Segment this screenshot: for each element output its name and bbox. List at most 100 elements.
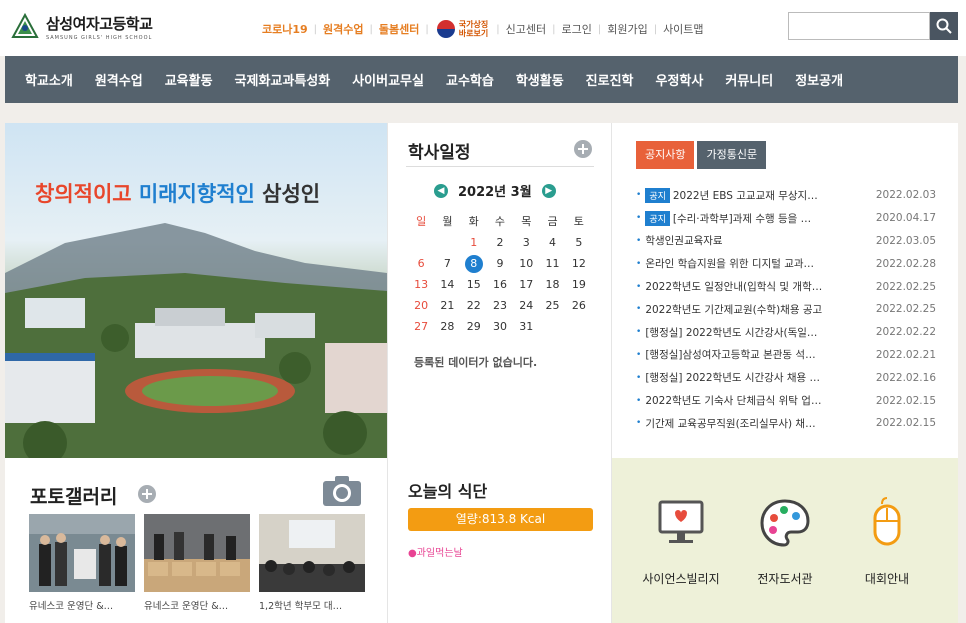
calendar-day[interactable]: 29 [461, 316, 487, 337]
nav-item[interactable]: 커뮤니티 [725, 70, 773, 89]
notice-row[interactable]: • 2022학년도 기숙사 단체급식 위탁 업… 2022.02.15 [636, 389, 936, 412]
link-join[interactable]: 회원가입 [607, 21, 647, 37]
nav-item[interactable]: 학교소개 [25, 70, 73, 89]
gallery-caption[interactable]: 유네스코 운영단 &… [144, 598, 250, 612]
national-symbol-link[interactable]: 국가상징 바로보기 [436, 20, 488, 38]
calendar-day[interactable]: 23 [487, 295, 513, 316]
gallery-thumbnail[interactable] [144, 514, 250, 592]
prev-month-icon[interactable]: ◀ [434, 183, 448, 198]
tab-family-letter[interactable]: 가정통신문 [697, 141, 767, 169]
calendar-day[interactable]: 1 [461, 232, 487, 253]
top-header: 삼성여자고등학교 SAMSUNG GIRLS' HIGH SCHOOL 코로나1… [0, 0, 966, 56]
nav-item[interactable]: 교육활동 [165, 70, 213, 89]
gallery-caption[interactable]: 1,2학년 학부모 대… [259, 598, 365, 612]
calendar-day[interactable]: 22 [461, 295, 487, 316]
calendar-day[interactable]: 11 [539, 253, 565, 274]
calendar-day[interactable]: 15 [461, 274, 487, 295]
nav-item[interactable]: 사이버교무실 [352, 70, 424, 89]
search-input[interactable] [788, 12, 930, 40]
calendar-day[interactable]: 31 [513, 316, 539, 337]
gallery-thumbnail[interactable] [259, 514, 365, 592]
tab-notice[interactable]: 공지사항 [636, 141, 695, 169]
notice-title[interactable]: 2022학년도 기간제교원(수학)채용 공고 [645, 302, 845, 317]
calendar-day[interactable]: 12 [566, 253, 592, 274]
calendar-day[interactable]: 16 [487, 274, 513, 295]
calendar-day[interactable]: 17 [513, 274, 539, 295]
notice-row[interactable]: • [행정실] 2022학년도 시간강사(독일… 2022.02.22 [636, 321, 936, 344]
calendar-day[interactable]: 14 [434, 274, 460, 295]
notice-row[interactable]: • 2022학년도 일정안내(입학식 및 개학… 2022.02.25 [636, 275, 936, 298]
notice-title[interactable]: [행정실]삼성여자고등학교 본관동 석… [645, 347, 845, 362]
hero-slogan-2: 미래지향적인 [138, 182, 255, 206]
nav-item[interactable]: 원격수업 [95, 70, 143, 89]
notice-title[interactable]: 학생인권교육자료 [645, 233, 845, 248]
gallery-thumbnail[interactable] [29, 514, 135, 592]
quick-science-village[interactable]: 사이언스빌리지 [636, 496, 726, 587]
school-logo[interactable]: 삼성여자고등학교 SAMSUNG GIRLS' HIGH SCHOOL [10, 12, 153, 42]
notice-row[interactable]: • 온라인 학습지원을 위한 디지털 교과… 2022.02.28 [636, 252, 936, 275]
calendar-day[interactable]: 28 [434, 316, 460, 337]
next-month-icon[interactable]: ▶ [541, 183, 556, 198]
calendar-day[interactable]: 4 [539, 232, 565, 253]
notice-title[interactable]: 온라인 학습지원을 위한 디지털 교과… [645, 256, 845, 271]
nav-item[interactable]: 우정학사 [656, 70, 704, 89]
notice-date: 2022.02.25 [875, 280, 936, 293]
quick-contest-info[interactable]: 대회안내 [842, 496, 932, 587]
calendar-day[interactable]: 21 [434, 295, 460, 316]
calendar-day[interactable]: 3 [513, 232, 539, 253]
calendar-day[interactable]: 8 [461, 253, 487, 274]
calendar-day[interactable]: 27 [408, 316, 434, 337]
link-remote[interactable]: 원격수업 [323, 21, 363, 37]
calendar-day[interactable]: 9 [487, 253, 513, 274]
calendar-empty [408, 232, 434, 253]
notice-title[interactable]: [수리·과학부]과제 수행 등을 … [673, 211, 870, 226]
nav-item[interactable]: 교수학습 [446, 70, 494, 89]
nav-item[interactable]: 국제화교과특성화 [235, 70, 331, 89]
calendar-day[interactable]: 6 [408, 253, 434, 274]
search-button[interactable] [930, 12, 958, 40]
gallery-item[interactable]: 1,2학년 학부모 대… [259, 514, 365, 612]
gallery-more-icon[interactable] [138, 485, 156, 503]
gallery-item[interactable]: 유네스코 운영단 &… [144, 514, 250, 612]
nav-item[interactable]: 학생활동 [516, 70, 564, 89]
notice-title[interactable]: 2022학년도 기숙사 단체급식 위탁 업… [645, 393, 845, 408]
calendar-day[interactable]: 10 [513, 253, 539, 274]
notice-title[interactable]: 2022학년도 일정안내(입학식 및 개학… [645, 279, 845, 294]
quick-e-library[interactable]: 전자도서관 [740, 496, 830, 587]
notice-title[interactable]: 기간제 교육공무직원(조리실무사) 채… [645, 416, 845, 431]
link-care[interactable]: 돌봄센터 [379, 21, 419, 37]
separator: | [597, 23, 602, 35]
notice-row[interactable]: • 2022학년도 기간제교원(수학)채용 공고 2022.02.25 [636, 298, 936, 321]
calendar-day[interactable]: 7 [434, 253, 460, 274]
nav-item[interactable]: 진로진학 [586, 70, 634, 89]
calendar-today[interactable]: 8 [464, 254, 483, 273]
calendar-day[interactable]: 25 [539, 295, 565, 316]
notice-title[interactable]: [행정실] 2022학년도 시간강사 채용 … [645, 370, 845, 385]
notice-title[interactable]: [행정실] 2022학년도 시간강사(독일… [645, 325, 845, 340]
link-login[interactable]: 로그인 [561, 21, 591, 37]
nav-item[interactable]: 정보공개 [795, 70, 843, 89]
notice-row[interactable]: • [행정실] 2022학년도 시간강사 채용 … 2022.02.16 [636, 366, 936, 389]
calendar-day[interactable]: 30 [487, 316, 513, 337]
gallery-item[interactable]: 유네스코 운영단 &… [29, 514, 135, 612]
calendar-day[interactable]: 18 [539, 274, 565, 295]
calendar-day[interactable]: 5 [566, 232, 592, 253]
notice-row[interactable]: • 공지 2022년 EBS 고교교재 무상지… 2022.02.03 [636, 184, 936, 207]
calendar-day[interactable]: 24 [513, 295, 539, 316]
link-sitemap[interactable]: 사이트맵 [663, 21, 703, 37]
link-report[interactable]: 신고센터 [506, 21, 546, 37]
notice-row[interactable]: • 공지 [수리·과학부]과제 수행 등을 … 2020.04.17 [636, 207, 936, 230]
calendar-day[interactable]: 19 [566, 274, 592, 295]
notice-title[interactable]: 2022년 EBS 고교교재 무상지… [673, 188, 870, 203]
calendar-day[interactable]: 2 [487, 232, 513, 253]
notice-row[interactable]: • 기간제 교육공무직원(조리실무사) 채… 2022.02.15 [636, 412, 936, 435]
hero-banner: 창의적이고 미래지향적인 삼성인 [5, 123, 387, 458]
notice-row[interactable]: • 학생인권교육자료 2022.03.05 [636, 230, 936, 253]
gallery-caption[interactable]: 유네스코 운영단 &… [29, 598, 135, 612]
notice-row[interactable]: • [행정실]삼성여자고등학교 본관동 석… 2022.02.21 [636, 344, 936, 367]
calendar-day[interactable]: 20 [408, 295, 434, 316]
calendar-day[interactable]: 13 [408, 274, 434, 295]
calendar-day[interactable]: 26 [566, 295, 592, 316]
link-corona[interactable]: 코로나19 [262, 21, 308, 37]
schedule-more-icon[interactable] [574, 140, 592, 158]
